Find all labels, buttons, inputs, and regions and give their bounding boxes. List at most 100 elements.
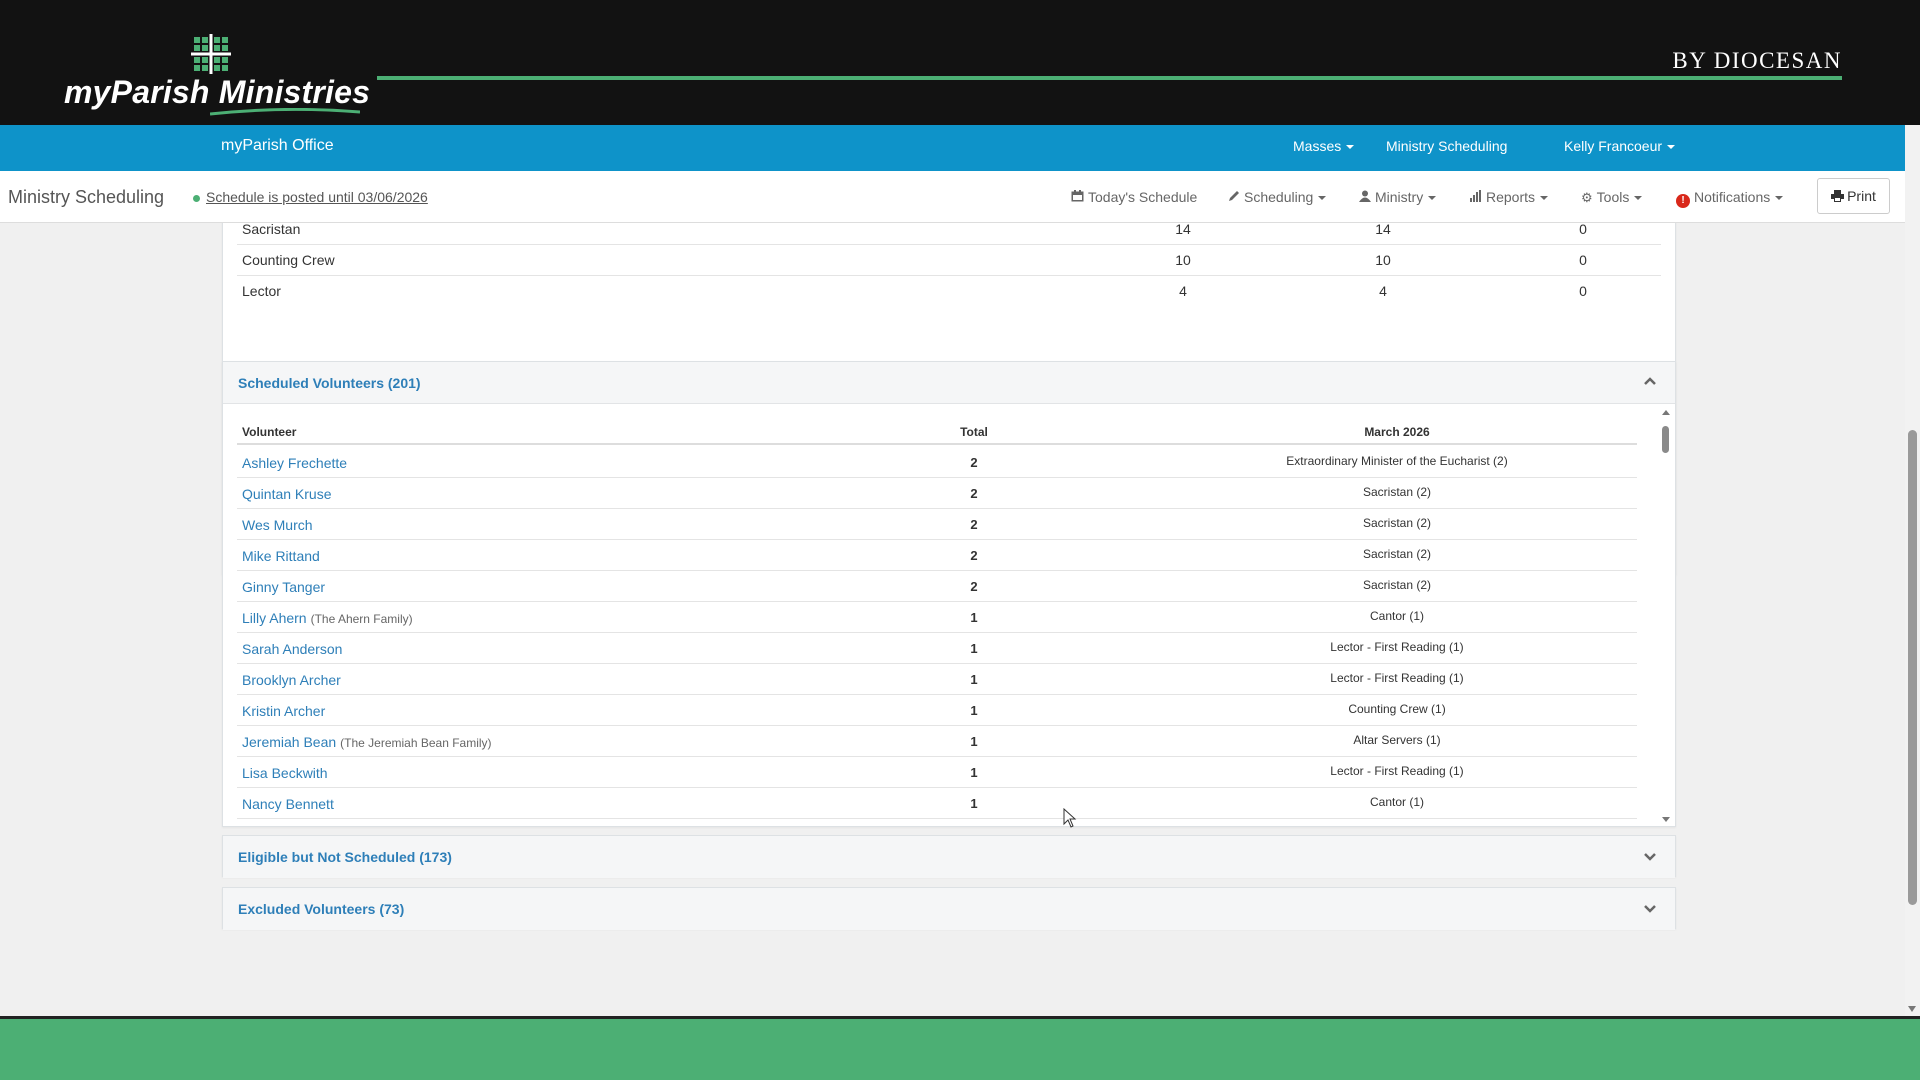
status-dot-icon	[193, 194, 200, 202]
chevron-down-icon[interactable]	[1643, 901, 1657, 915]
volunteer-name-link[interactable]: Kristin Archer	[242, 703, 325, 719]
ministry-label: Ministry	[1375, 189, 1424, 205]
ministry-menu[interactable]: Ministry	[1359, 189, 1437, 205]
volunteer-name-link[interactable]: Lisa Beckwith	[242, 765, 328, 781]
user-menu[interactable]: Kelly Francoeur	[1564, 138, 1676, 154]
ministry-scheduling-link[interactable]: Ministry Scheduling	[1386, 138, 1507, 154]
print-button[interactable]: Print	[1817, 178, 1890, 214]
volunteer-name: Quintan Kruse	[242, 486, 332, 502]
table-row: Nancy Bennett 1 Cantor (1)	[237, 788, 1637, 819]
user-name: Kelly Francoeur	[1564, 138, 1663, 154]
masses-label: Masses	[1293, 138, 1342, 154]
volunteer-ministry: Lector - First Reading (1)	[1330, 640, 1464, 654]
volunteer-name: Wes Murch	[242, 517, 313, 533]
scheduling-menu[interactable]: Scheduling	[1228, 189, 1327, 205]
header-volunteer: Volunteer	[242, 425, 297, 439]
schedule-posted-link[interactable]: Schedule is posted until 03/06/2026	[206, 189, 428, 205]
excluded-header[interactable]: Excluded Volunteers (73)	[223, 888, 1675, 930]
pencil-icon	[1229, 191, 1239, 201]
volunteer-name: Ginny Tanger	[242, 579, 326, 595]
volunteer-total: 1	[970, 610, 978, 625]
volunteer-family: (The Jeremiah Bean Family)	[340, 736, 492, 750]
gear-icon: ⚙	[1581, 190, 1593, 205]
volunteer-total: 1	[970, 765, 978, 780]
table-scrollbar[interactable]	[1661, 408, 1671, 824]
volunteer-name-link[interactable]: Ginny Tanger	[242, 579, 325, 595]
volunteer-ministry: Extraordinary Minister of the Eucharist …	[1286, 454, 1508, 468]
table-row: Jeremiah Bean (The Jeremiah Bean Family) 1…	[237, 726, 1637, 757]
masses-menu[interactable]: Masses	[1293, 138, 1355, 154]
volunteer-total: 1	[970, 641, 978, 656]
logo-swoosh	[210, 108, 360, 116]
volunteer-ministry: Sacristan (2)	[1362, 485, 1432, 499]
volunteer-ministry: Altar Servers (1)	[1353, 733, 1441, 747]
volunteer-name-link[interactable]: Brooklyn Archer	[242, 672, 341, 688]
app-logo-text[interactable]: myParish Ministries	[64, 74, 370, 111]
volunteer-name: Ashley Frechette	[242, 455, 348, 471]
office-link[interactable]: myParish Office	[221, 137, 334, 155]
user-icon	[1359, 190, 1371, 202]
summary-ministry-name: Sacristan	[242, 223, 301, 237]
volunteer-ministry: Sacristan (2)	[1362, 547, 1432, 561]
eligible-header[interactable]: Eligible but Not Scheduled (173)	[223, 836, 1675, 878]
reports-menu[interactable]: Reports	[1470, 189, 1549, 205]
volunteer-name-link[interactable]: Nancy Bennett	[242, 796, 334, 812]
volunteer-total: 2	[970, 548, 978, 563]
caret-down-icon	[1634, 196, 1643, 201]
page-scroll-thumb[interactable]	[1908, 430, 1917, 905]
table-row: Lilly Ahern (The Ahern Family) 1 Cantor (1)	[237, 602, 1637, 633]
summary-row: Lector 4 4 0	[237, 276, 1661, 307]
scheduled-volunteers-table[interactable]: Volunteer Total March 2026 Ashley Freche…	[223, 404, 1675, 828]
header-month: March 2026	[1364, 425, 1430, 439]
diocesan-byline: BY DIOCESAN	[1672, 48, 1842, 73]
volunteer-name: Sarah Anderson	[242, 641, 343, 657]
volunteer-name-link[interactable]: Jeremiah Bean (The Jeremiah Bean Family)	[242, 734, 492, 750]
volunteer-ministry: Cantor (1)	[1369, 795, 1425, 809]
summary-value-a: 4	[1179, 283, 1187, 299]
tools-menu[interactable]: ⚙ Tools	[1581, 189, 1643, 206]
reports-label: Reports	[1486, 189, 1536, 205]
eligible-title: Eligible but Not Scheduled (173)	[238, 849, 452, 865]
volunteer-name-link[interactable]: Sarah Anderson	[242, 641, 342, 657]
cross-logo-icon	[191, 34, 231, 74]
summary-value-b: 10	[1375, 252, 1391, 268]
scheduled-volunteers-header[interactable]: Scheduled Volunteers (201)	[223, 362, 1675, 404]
todays-schedule-button[interactable]: Today's Schedule	[1071, 189, 1197, 205]
chevron-up-icon[interactable]	[1643, 375, 1657, 389]
table-row: Lisa Beckwith 1 Lector - First Reading (1)	[237, 757, 1637, 788]
scheduled-volunteers-title: Scheduled Volunteers (201)	[238, 375, 421, 391]
calendar-icon	[1071, 190, 1084, 202]
caret-down-icon	[1318, 196, 1327, 201]
scroll-up-icon[interactable]	[1662, 410, 1670, 415]
scroll-thumb[interactable]	[1662, 426, 1669, 453]
volunteer-ministry: Sacristan (2)	[1362, 578, 1432, 592]
caret-down-icon	[1667, 145, 1676, 150]
volunteer-total: 1	[970, 672, 978, 687]
excluded-volunteers-panel: Excluded Volunteers (73)	[222, 887, 1676, 930]
volunteer-name-link[interactable]: Lilly Ahern (The Ahern Family)	[242, 610, 413, 626]
volunteer-name-link[interactable]: Mike Rittand	[242, 548, 320, 564]
tools-label: Tools	[1596, 189, 1630, 205]
brand-divider	[377, 76, 1842, 80]
volunteer-total: 2	[970, 579, 978, 594]
header-total: Total	[960, 425, 988, 439]
volunteer-name: Lilly Ahern	[242, 610, 307, 626]
volunteer-name-link[interactable]: Wes Murch	[242, 517, 313, 533]
notifications-menu[interactable]: ! Notifications	[1676, 189, 1784, 208]
scroll-down-icon[interactable]	[1908, 1006, 1916, 1012]
volunteer-name: Lisa Beckwith	[242, 765, 328, 781]
volunteer-name-link[interactable]: Ashley Frechette	[242, 455, 347, 471]
table-row: Mike Rittand 2 Sacristan (2)	[237, 540, 1637, 571]
scroll-down-icon[interactable]	[1662, 817, 1670, 822]
chevron-down-icon[interactable]	[1643, 849, 1657, 863]
summary-row: Counting Crew 10 10 0	[237, 245, 1661, 276]
volunteer-name-link[interactable]: Quintan Kruse	[242, 486, 332, 502]
volunteer-total: 2	[970, 486, 978, 501]
page-scrollbar[interactable]	[1905, 125, 1920, 1016]
volunteer-total: 1	[970, 703, 978, 718]
main-content: Sacristan 14 14 0 Counting Crew 10 10 0 …	[0, 223, 1905, 1016]
caret-down-icon	[1428, 196, 1437, 201]
brand-header: myParish Ministries BY DIOCESAN	[0, 0, 1920, 125]
volunteer-name: Nancy Bennett	[242, 796, 334, 812]
volunteer-name: Kristin Archer	[242, 703, 326, 719]
